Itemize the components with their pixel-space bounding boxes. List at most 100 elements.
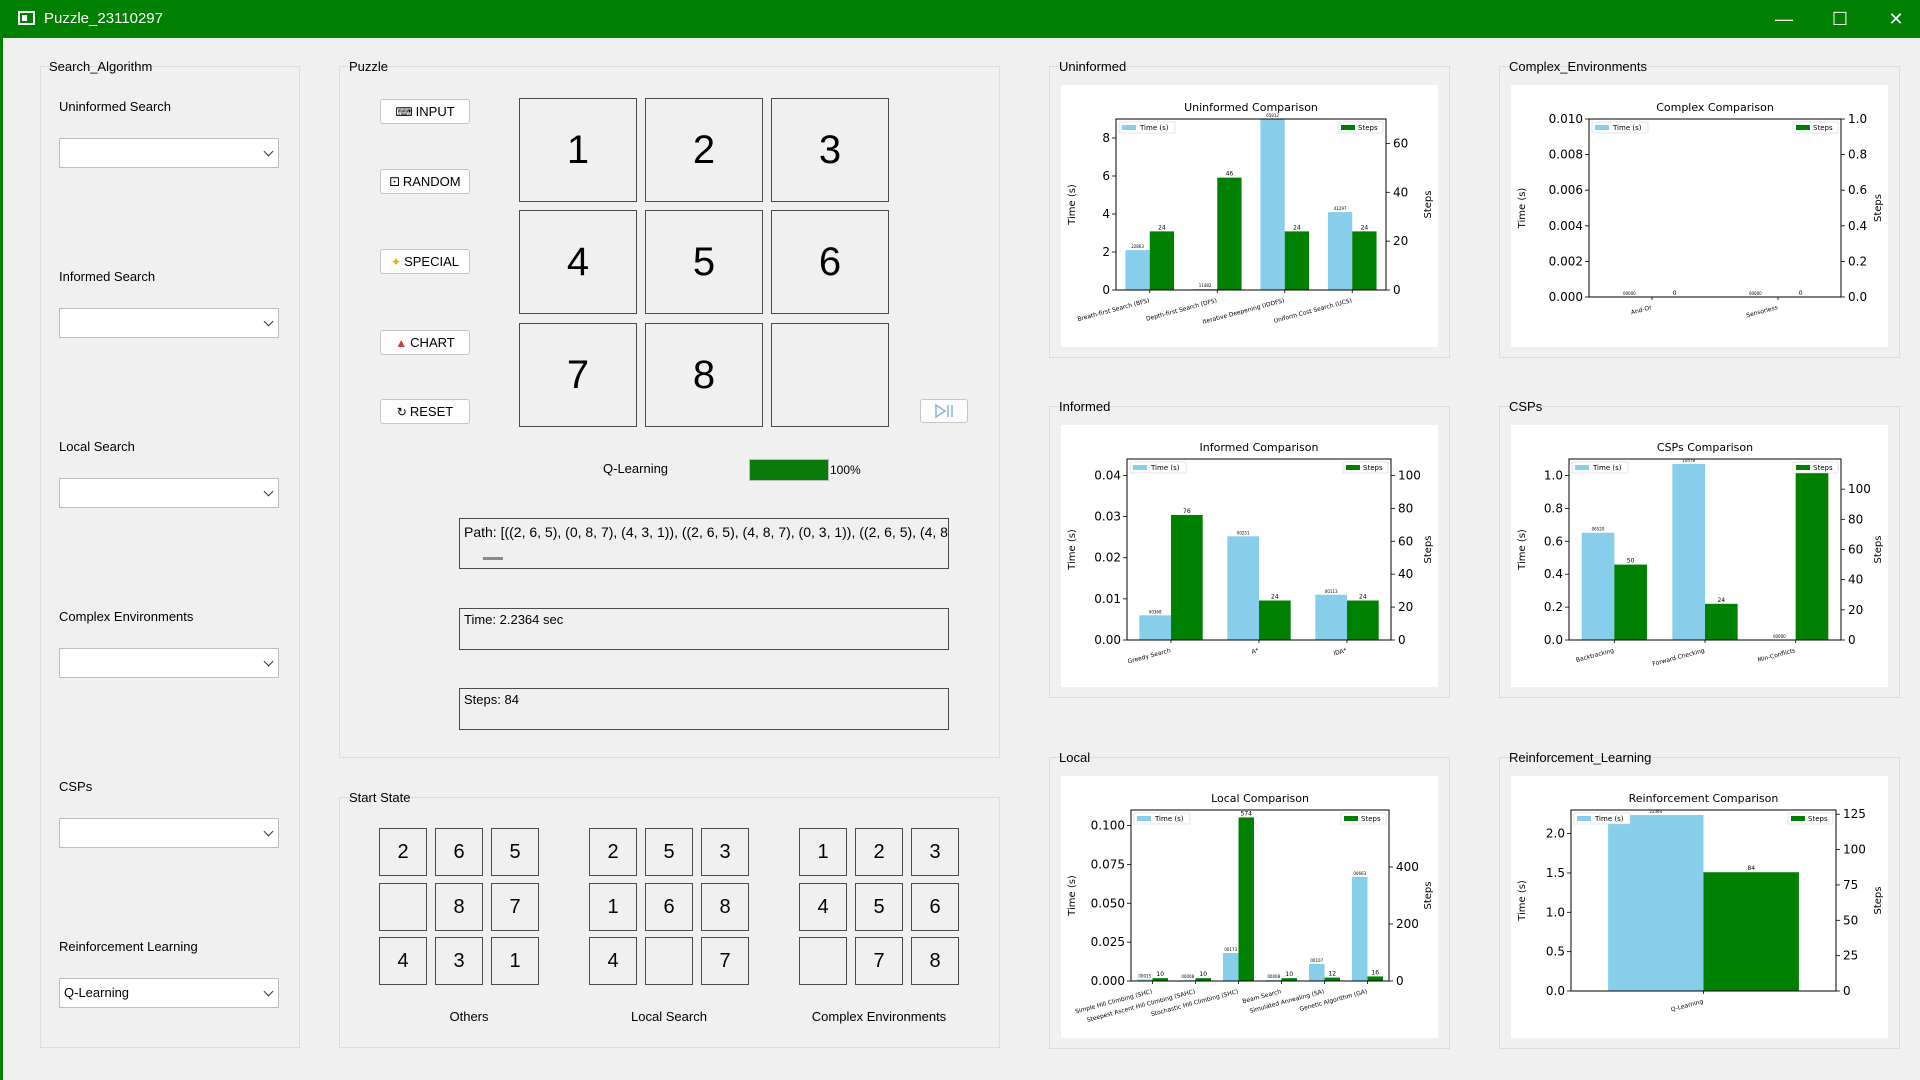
progress-fill bbox=[750, 460, 828, 480]
informed-search-select[interactable] bbox=[59, 308, 279, 338]
path-display: Path: [((2, 6, 5), (0, 8, 7), (4, 3, 1))… bbox=[459, 518, 949, 569]
time-bar-label: 41297 bbox=[1334, 206, 1347, 211]
steps-bar bbox=[1614, 564, 1647, 640]
y-tick-label-left: 0.004 bbox=[1549, 219, 1583, 233]
puzzle-tile[interactable]: 7 bbox=[519, 323, 637, 427]
time-bar-label: 00015 bbox=[1138, 973, 1151, 978]
time-bar-label: 00000 bbox=[1749, 291, 1762, 296]
puzzle-tile[interactable]: 2 bbox=[645, 98, 763, 202]
reinforcement-learning-select[interactable]: Q-Learning bbox=[59, 978, 279, 1008]
y-tick-label-left: 0.0 bbox=[1544, 633, 1563, 647]
puzzle-tile[interactable]: 3 bbox=[771, 98, 889, 202]
start-tile[interactable]: 3 bbox=[435, 937, 483, 985]
time-bar bbox=[1223, 953, 1239, 981]
scrollbar[interactable] bbox=[483, 557, 503, 560]
y-tick-label-right: 40 bbox=[1398, 567, 1413, 581]
start-tile[interactable]: 5 bbox=[855, 883, 903, 931]
steps-bar-label: 76 bbox=[1183, 508, 1191, 515]
start-tile[interactable]: 2 bbox=[379, 828, 427, 876]
start-tile[interactable]: 2 bbox=[855, 828, 903, 876]
input-button[interactable]: ⌨ INPUT bbox=[380, 99, 470, 124]
start-tile[interactable]: 8 bbox=[435, 883, 483, 931]
start-tile[interactable]: 6 bbox=[645, 883, 693, 931]
y-tick-label-left: 8 bbox=[1102, 131, 1110, 145]
y-tick-label-right: 0 bbox=[1398, 633, 1406, 647]
legend-time-swatch bbox=[1122, 125, 1136, 130]
start-tile[interactable]: 7 bbox=[491, 883, 539, 931]
informed-search-label: Informed Search bbox=[59, 269, 156, 284]
search-algorithm-panel bbox=[40, 66, 300, 1048]
time-bar-label: 00008 bbox=[1267, 974, 1280, 979]
start-tile[interactable] bbox=[645, 937, 693, 985]
close-icon[interactable]: ✕ bbox=[1868, 0, 1920, 38]
reset-button[interactable]: ↻ RESET bbox=[380, 399, 470, 424]
time-bar bbox=[1125, 250, 1150, 290]
start-tile[interactable]: 8 bbox=[701, 883, 749, 931]
local-search-select[interactable] bbox=[59, 478, 279, 508]
start-tile[interactable]: 2 bbox=[589, 828, 637, 876]
minimize-icon[interactable]: — bbox=[1756, 0, 1812, 38]
legend-steps-label: Steps bbox=[1361, 815, 1381, 823]
y-tick-label-left: 0.008 bbox=[1549, 148, 1583, 162]
chart-title: Reinforcement Comparison bbox=[1629, 792, 1779, 805]
y-tick-label-left: 6 bbox=[1102, 169, 1110, 183]
y-tick-label-left: 0.010 bbox=[1549, 112, 1583, 126]
y-axis-label-left: Time (s) bbox=[1517, 188, 1528, 230]
y-tick-label-right: 200 bbox=[1396, 917, 1419, 931]
y-tick-label-right: 75 bbox=[1843, 878, 1858, 892]
steps-bar-label: 24 bbox=[1361, 224, 1369, 231]
random-button[interactable]: ⚀ RANDOM bbox=[380, 169, 470, 194]
start-tile[interactable]: 3 bbox=[701, 828, 749, 876]
start-tile[interactable]: 8 bbox=[911, 937, 959, 985]
puzzle-tile[interactable]: 5 bbox=[645, 210, 763, 314]
legend-steps-swatch bbox=[1344, 816, 1358, 821]
rl-panel-title: Reinforcement_Learning bbox=[1509, 750, 1652, 765]
start-state-title: Start State bbox=[349, 790, 411, 805]
start-tile[interactable]: 3 bbox=[911, 828, 959, 876]
puzzle-tile[interactable]: 1 bbox=[519, 98, 637, 202]
puzzle-tile[interactable]: 4 bbox=[519, 210, 637, 314]
start-tile[interactable]: 4 bbox=[589, 937, 637, 985]
time-bar bbox=[1608, 815, 1704, 991]
y-tick-label-left: 0.000 bbox=[1091, 974, 1125, 988]
start-tile[interactable]: 7 bbox=[855, 937, 903, 985]
start-tile[interactable]: 5 bbox=[645, 828, 693, 876]
start-tile[interactable]: 4 bbox=[379, 937, 427, 985]
y-tick-label-right: 0.0 bbox=[1848, 290, 1867, 304]
start-tile[interactable]: 4 bbox=[799, 883, 847, 931]
uninformed-search-select[interactable] bbox=[59, 138, 279, 168]
start-tile[interactable]: 5 bbox=[491, 828, 539, 876]
time-bar-label: 00368 bbox=[1149, 609, 1162, 614]
puzzle-blank-tile[interactable] bbox=[771, 323, 889, 427]
steps-bar-label: 574 bbox=[1241, 810, 1253, 817]
special-button[interactable]: ✦ SPECIAL bbox=[380, 249, 470, 274]
x-tick-label: Min-Conflicts bbox=[1757, 647, 1796, 664]
time-bar-label: 22863 bbox=[1131, 244, 1144, 249]
start-tile[interactable] bbox=[379, 883, 427, 931]
local-panel-title: Local bbox=[1059, 750, 1091, 765]
puzzle-tile[interactable]: 8 bbox=[645, 323, 763, 427]
y-tick-label-right: 0 bbox=[1396, 974, 1404, 988]
y-tick-label-right: 25 bbox=[1843, 949, 1858, 963]
keyboard-icon: ⌨ bbox=[395, 104, 413, 119]
start-tile[interactable] bbox=[799, 937, 847, 985]
y-tick-label-right: 20 bbox=[1398, 600, 1413, 614]
start-tile[interactable]: 6 bbox=[911, 883, 959, 931]
steps-bar bbox=[1705, 603, 1738, 640]
start-tile[interactable]: 6 bbox=[435, 828, 483, 876]
y-tick-label-left: 0 bbox=[1102, 283, 1110, 297]
chart-button[interactable]: ▲ CHART bbox=[380, 330, 470, 355]
steps-bar-label: 84 bbox=[1747, 865, 1755, 872]
steps-bar-label: 0 bbox=[1673, 290, 1677, 297]
y-axis-label-right: Steps bbox=[1423, 882, 1434, 910]
start-tile[interactable]: 1 bbox=[799, 828, 847, 876]
maximize-icon[interactable]: ☐ bbox=[1812, 0, 1868, 38]
play-pause-button[interactable] bbox=[920, 399, 968, 423]
puzzle-tile[interactable]: 6 bbox=[771, 210, 889, 314]
csps-select[interactable] bbox=[59, 818, 279, 848]
complex-environments-select[interactable] bbox=[59, 648, 279, 678]
start-tile[interactable]: 1 bbox=[589, 883, 637, 931]
start-tile[interactable]: 1 bbox=[491, 937, 539, 985]
start-tile[interactable]: 7 bbox=[701, 937, 749, 985]
steps-bar-label: 10 bbox=[1199, 971, 1207, 978]
